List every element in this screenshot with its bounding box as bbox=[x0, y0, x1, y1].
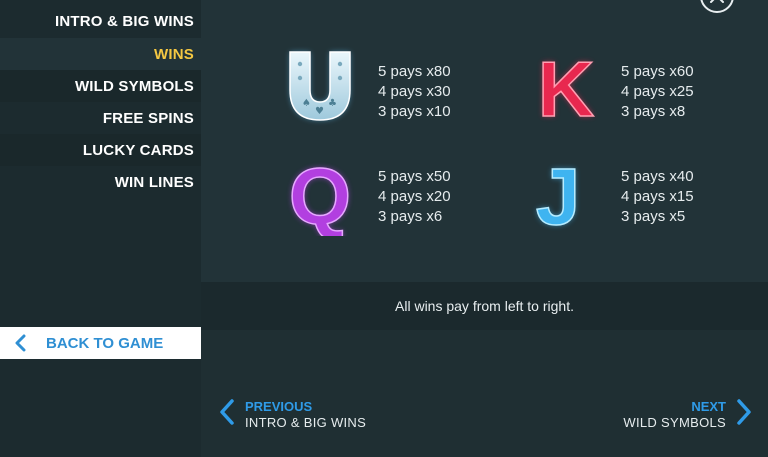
chevron-right-icon bbox=[736, 398, 752, 431]
sidebar-item-label: INTRO & BIG WINS bbox=[54, 12, 194, 30]
sidebar-item-wins[interactable]: WINS bbox=[0, 38, 201, 70]
pays-line: 5 pays x80 bbox=[378, 63, 451, 80]
previous-page-button[interactable]: PREVIOUS INTRO & BIG WINS bbox=[219, 398, 366, 431]
svg-text:♠: ♠ bbox=[302, 98, 311, 109]
next-page-button[interactable]: NEXT WILD SYMBOLS bbox=[623, 398, 752, 431]
sidebar-item-wild-symbols[interactable]: WILD SYMBOLS bbox=[0, 70, 201, 102]
sidebar-item-free-spins[interactable]: FREE SPINS bbox=[0, 102, 201, 134]
svg-text:K: K bbox=[538, 46, 594, 126]
sidebar-item-win-lines[interactable]: WIN LINES bbox=[0, 166, 201, 198]
sidebar-item-label: WILD SYMBOLS bbox=[74, 77, 194, 95]
svg-text:Q: Q bbox=[289, 152, 351, 236]
wins-notice: All wins pay from left to right. bbox=[201, 282, 768, 330]
pays-line: 5 pays x60 bbox=[621, 63, 694, 80]
q-paytable: 5 pays x50 4 pays x20 3 pays x6 bbox=[378, 167, 451, 227]
close-icon bbox=[700, 0, 734, 13]
svg-text:♥: ♥ bbox=[315, 106, 324, 117]
horseshoe-paytable: 5 pays x80 4 pays x30 3 pays x10 bbox=[378, 62, 451, 122]
sidebar-item-lucky-cards[interactable]: LUCKY CARDS bbox=[0, 134, 201, 166]
paytable-sidebar: INTRO & BIG WINS WINS WILD SYMBOLS FREE … bbox=[0, 0, 201, 457]
k-paytable: 5 pays x60 4 pays x25 3 pays x8 bbox=[621, 62, 694, 122]
back-to-game-label: BACK TO GAME bbox=[46, 334, 164, 352]
letter-j-icon: J J bbox=[526, 151, 596, 242]
sidebar-item-label: WINS bbox=[154, 45, 194, 63]
pays-line: 5 pays x50 bbox=[378, 168, 451, 185]
horseshoe-icon: ♠ ♥ ♣ bbox=[282, 46, 358, 131]
letter-k-icon: K K bbox=[526, 44, 606, 134]
j-paytable: 5 pays x40 4 pays x15 3 pays x5 bbox=[621, 167, 694, 227]
pays-line: 3 pays x5 bbox=[621, 208, 686, 225]
sidebar-item-intro-big-wins[interactable]: INTRO & BIG WINS bbox=[0, 0, 201, 38]
pays-line: 4 pays x15 bbox=[621, 188, 694, 205]
pays-line: 4 pays x30 bbox=[378, 83, 451, 100]
next-label: NEXT bbox=[691, 398, 726, 414]
letter-q-icon: Q Q bbox=[280, 151, 364, 242]
back-to-game-button[interactable]: BACK TO GAME bbox=[0, 327, 201, 359]
pays-line: 4 pays x25 bbox=[621, 83, 694, 100]
chevron-left-icon bbox=[219, 398, 235, 431]
close-button[interactable] bbox=[698, 0, 736, 20]
pays-line: 3 pays x10 bbox=[378, 103, 451, 120]
previous-label: PREVIOUS bbox=[245, 398, 313, 414]
chevron-left-icon bbox=[0, 334, 40, 352]
previous-page-name: INTRO & BIG WINS bbox=[245, 414, 367, 430]
pays-line: 3 pays x8 bbox=[621, 103, 686, 120]
notice-text: All wins pay from left to right. bbox=[395, 298, 574, 314]
svg-text:J: J bbox=[536, 152, 581, 236]
pays-line: 4 pays x20 bbox=[378, 188, 451, 205]
sidebar-item-label: LUCKY CARDS bbox=[82, 141, 194, 159]
next-page-name: WILD SYMBOLS bbox=[623, 414, 726, 430]
pays-line: 3 pays x6 bbox=[378, 208, 443, 225]
sidebar-item-label: WIN LINES bbox=[114, 173, 194, 191]
pays-line: 5 pays x40 bbox=[621, 168, 694, 185]
svg-text:♣: ♣ bbox=[328, 98, 337, 109]
sidebar-item-label: FREE SPINS bbox=[102, 109, 194, 127]
